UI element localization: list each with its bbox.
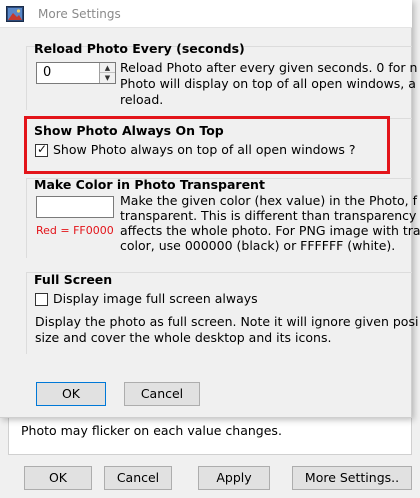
transparent-color-input[interactable] <box>36 196 114 218</box>
reload-desc-line-1: Reload Photo after every given seconds. … <box>120 60 418 75</box>
parent-apply-button[interactable]: Apply <box>198 466 270 490</box>
check-icon: ✓ <box>37 142 48 156</box>
full-screen-title: Full Screen <box>34 272 113 287</box>
chevron-down-icon[interactable]: ▼ <box>100 73 115 83</box>
photo-icon <box>6 6 24 22</box>
transparent-desc-line-4: color, use 000000 (black) or FFFFFF (whi… <box>120 238 396 253</box>
reload-seconds-value[interactable]: 0 <box>43 65 51 80</box>
transparent-desc-line-1: Make the given color (hex value) in the … <box>120 193 418 208</box>
parent-flicker-note: Photo may flicker on each value changes. <box>21 423 282 438</box>
parent-more-settings-button[interactable]: More Settings.. <box>292 466 412 490</box>
reload-desc-line-3: reload. <box>120 92 164 107</box>
transparent-desc-line-2: transparent. This is different than tran… <box>120 208 417 223</box>
reload-seconds-spinner[interactable]: 0 ▲ ▼ <box>36 62 116 84</box>
parent-cancel-button[interactable]: Cancel <box>104 466 172 490</box>
full-screen-checkbox[interactable] <box>35 293 48 306</box>
more-settings-dialog: More Settings Reload Photo Every (second… <box>0 0 420 418</box>
parent-ok-button[interactable]: OK <box>24 466 92 490</box>
transparent-desc-line-3: affects the whole photo. For PNG image w… <box>120 223 420 238</box>
dialog-titlebar[interactable]: More Settings <box>0 0 412 28</box>
always-on-top-checkbox[interactable]: ✓ <box>35 142 48 157</box>
ok-button[interactable]: OK <box>36 382 106 406</box>
reload-desc-line-2: Photo will display on top of all open wi… <box>120 76 416 91</box>
dialog-title: More Settings <box>38 7 121 21</box>
reload-group-title: Reload Photo Every (seconds) <box>34 41 245 56</box>
always-on-top-title: Show Photo Always On Top <box>34 123 224 138</box>
full-screen-desc-line-1: Display the photo as full screen. Note i… <box>35 314 419 329</box>
transparent-color-hint: Red = FF0000 <box>36 224 114 237</box>
spinner-buttons: ▲ ▼ <box>99 63 115 83</box>
cancel-button[interactable]: Cancel <box>124 382 200 406</box>
chevron-up-icon[interactable]: ▲ <box>100 63 115 73</box>
full-screen-desc-line-2: size and cover the whole desktop and its… <box>35 330 332 345</box>
always-on-top-label[interactable]: Show Photo always on top of all open win… <box>53 142 356 157</box>
transparent-color-title: Make Color in Photo Transparent <box>34 177 265 192</box>
full-screen-label[interactable]: Display image full screen always <box>53 291 258 306</box>
